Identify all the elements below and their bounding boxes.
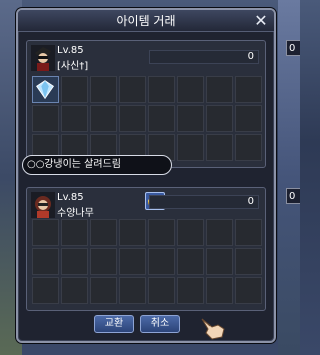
item-slot[interactable] — [61, 248, 88, 275]
my-meso-amount[interactable]: 0 — [149, 195, 259, 209]
my-level: Lv.85 — [57, 192, 84, 203]
partner-level: Lv.85 — [57, 45, 84, 56]
item-slot[interactable] — [148, 277, 175, 304]
item-slot[interactable] — [32, 248, 59, 275]
item-slot[interactable] — [90, 248, 117, 275]
window-title: 아이템 거래 — [116, 14, 176, 28]
item-slot[interactable] — [206, 134, 233, 161]
item-slot[interactable] — [32, 219, 59, 246]
gem-item-icon — [36, 80, 55, 100]
hand-cursor-icon — [201, 318, 225, 340]
partner-trade-panel: Lv.85 [사신†] 0 — [26, 40, 266, 168]
item-slot[interactable] — [235, 277, 262, 304]
side-tag: 0 — [286, 40, 300, 56]
item-slot[interactable] — [177, 76, 204, 103]
chat-dots-icon: ○○ — [27, 159, 45, 170]
item-slot[interactable] — [235, 76, 262, 103]
title-bar[interactable]: 아이템 거래 ✕ — [18, 10, 274, 32]
item-slot[interactable] — [119, 76, 146, 103]
item-slot[interactable] — [206, 219, 233, 246]
item-slot[interactable] — [235, 248, 262, 275]
item-slot[interactable] — [206, 277, 233, 304]
item-slot[interactable] — [206, 248, 233, 275]
trade-button[interactable]: 교환 — [94, 315, 134, 333]
offered-item-slot[interactable] — [32, 76, 59, 103]
my-name: 수양나무 — [57, 208, 94, 219]
item-slot[interactable] — [148, 76, 175, 103]
item-slot[interactable] — [61, 277, 88, 304]
item-slot[interactable] — [148, 219, 175, 246]
item-slot[interactable] — [119, 219, 146, 246]
item-slot[interactable] — [235, 134, 262, 161]
item-slot[interactable] — [235, 105, 262, 132]
chat-text: 강냉이는 살려드림 — [44, 159, 121, 170]
item-slot[interactable] — [177, 277, 204, 304]
item-slot[interactable] — [119, 277, 146, 304]
item-slot[interactable] — [206, 76, 233, 103]
item-slot[interactable] — [90, 76, 117, 103]
item-slot[interactable] — [177, 105, 204, 132]
close-icon[interactable]: ✕ — [252, 12, 270, 30]
item-slot[interactable] — [90, 219, 117, 246]
item-slot[interactable] — [177, 134, 204, 161]
partner-name: [사신†] — [57, 61, 89, 72]
item-slot[interactable] — [61, 105, 88, 132]
item-slot[interactable] — [177, 248, 204, 275]
cancel-button[interactable]: 취소 — [140, 315, 180, 333]
trade-window: 아이템 거래 ✕ Lv.85 [사신†] 0 ○○ 강냉이는 살려드림 Lv.8… — [16, 8, 276, 343]
partner-item-grid — [31, 75, 263, 162]
item-slot[interactable] — [148, 248, 175, 275]
item-slot[interactable] — [235, 219, 262, 246]
item-slot[interactable] — [90, 105, 117, 132]
character-avatar-icon — [31, 45, 55, 71]
item-slot[interactable] — [148, 105, 175, 132]
my-trade-panel: Lv.85 수양나무 0 — [26, 187, 266, 311]
item-slot[interactable] — [90, 277, 117, 304]
partner-meso-amount: 0 — [149, 50, 259, 64]
character-avatar-icon — [31, 192, 55, 218]
item-slot[interactable] — [32, 105, 59, 132]
item-slot[interactable] — [119, 105, 146, 132]
my-item-grid — [31, 218, 263, 305]
item-slot[interactable] — [61, 219, 88, 246]
item-slot[interactable] — [177, 219, 204, 246]
item-slot[interactable] — [61, 76, 88, 103]
item-slot[interactable] — [32, 277, 59, 304]
item-slot[interactable] — [119, 248, 146, 275]
item-slot[interactable] — [206, 105, 233, 132]
chat-bubble: ○○ 강냉이는 살려드림 — [22, 155, 172, 175]
side-tag: 0 — [286, 188, 300, 204]
